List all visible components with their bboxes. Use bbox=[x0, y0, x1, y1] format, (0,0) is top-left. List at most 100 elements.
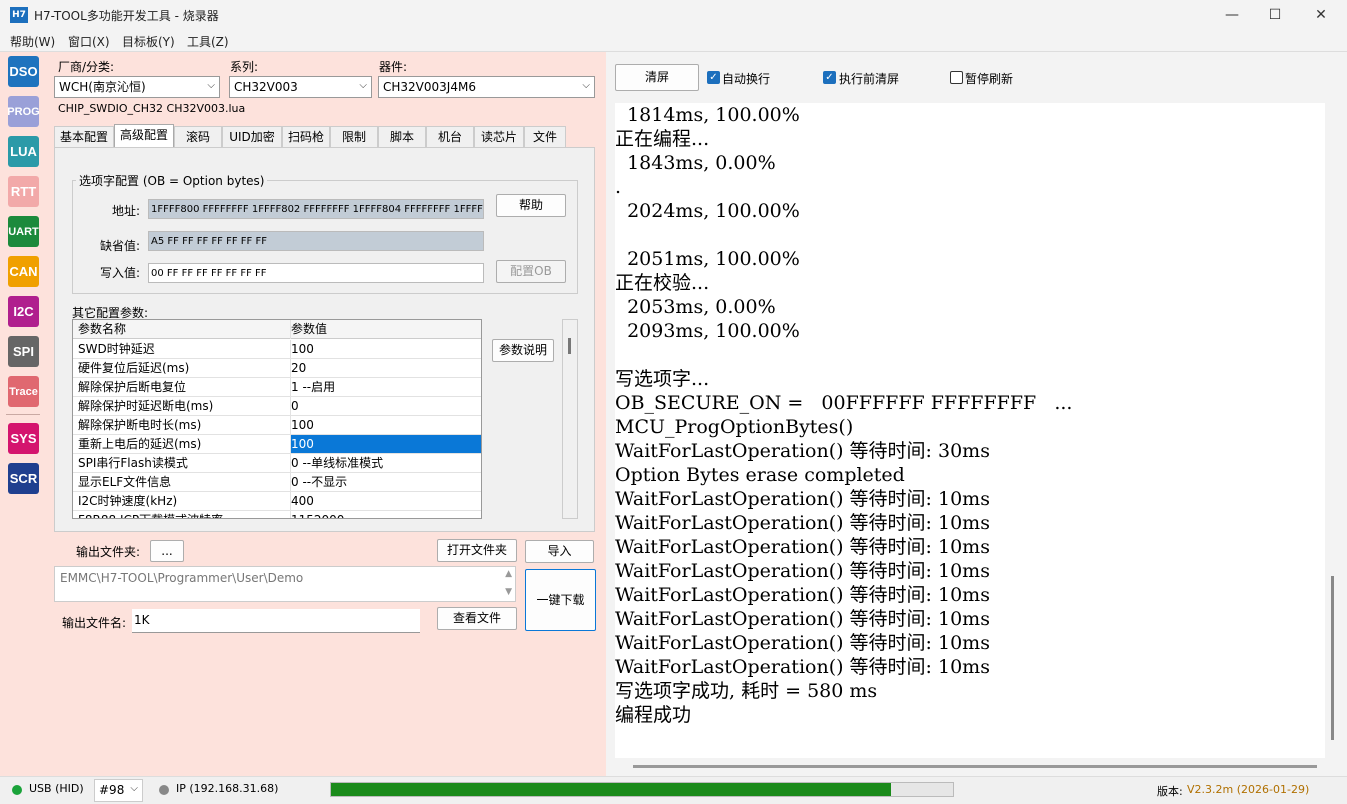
param-name: 解除保护后断电复位 bbox=[78, 380, 187, 394]
maximize-button[interactable]: ☐ bbox=[1252, 0, 1298, 30]
tab-uid-encrypt[interactable]: UID加密 bbox=[222, 126, 282, 148]
pause-refresh-label: 暂停刷新 bbox=[965, 72, 1014, 86]
table-scrollbar[interactable] bbox=[562, 319, 578, 519]
table-row[interactable]: SWD时钟延迟 100 bbox=[73, 340, 481, 359]
one-click-download-button[interactable]: 一键下载 bbox=[525, 569, 596, 631]
uart-button[interactable]: UART bbox=[8, 216, 39, 247]
params-table[interactable]: 参数名称 参数值 SWD时钟延迟 100 硬件复位后延迟(ms) 20 解除保护后断… bbox=[72, 319, 482, 519]
vendor-select[interactable]: WCH(南京沁恒) ⌵ bbox=[54, 76, 220, 98]
tab-basic[interactable]: 基本配置 bbox=[54, 126, 114, 148]
pause-refresh-checkbox[interactable] bbox=[950, 71, 963, 84]
progress-fill bbox=[331, 783, 891, 796]
log-line: . bbox=[615, 176, 622, 198]
log-line: 2051ms, 100.00% bbox=[615, 248, 800, 270]
log-line: WaitForLastOperation() 等待时间: 10ms bbox=[615, 656, 990, 678]
log-line: WaitForLastOperation() 等待时间: 10ms bbox=[615, 584, 990, 606]
param-description-button[interactable]: 参数说明 bbox=[492, 339, 554, 362]
table-row[interactable]: 硬件复位后延迟(ms) 20 bbox=[73, 359, 481, 378]
spi-button[interactable]: SPI bbox=[8, 336, 39, 367]
log-scrollbar-thumb[interactable] bbox=[1331, 576, 1334, 740]
table-row[interactable]: F8R88 ICP下载模式波特率 1152000 bbox=[73, 511, 481, 518]
device-number-select[interactable]: #98 ⌵ bbox=[94, 779, 143, 802]
table-row[interactable]: SPI串行Flash读模式 0 --单线标准模式 bbox=[73, 454, 481, 473]
tab-rolling-code[interactable]: 滚码 bbox=[174, 126, 222, 148]
log-line: WaitForLastOperation() 等待时间: 10ms bbox=[615, 632, 990, 654]
log-line: WaitForLastOperation() 等待时间: 10ms bbox=[615, 488, 990, 510]
view-file-button[interactable]: 查看文件 bbox=[437, 607, 517, 630]
param-name: 重新上电后的延迟(ms) bbox=[78, 437, 202, 451]
log-line: 1814ms, 100.00% bbox=[615, 104, 800, 126]
log-line: 编程成功 bbox=[615, 704, 692, 726]
lua-button[interactable]: LUA bbox=[8, 136, 39, 167]
log-output[interactable]: 1814ms, 100.00% 正在编程... 1843ms, 0.00%. 20… bbox=[615, 103, 1325, 758]
import-button[interactable]: 导入 bbox=[525, 540, 594, 563]
table-row[interactable]: 解除保护时延迟断电(ms) 0 bbox=[73, 397, 481, 416]
close-button[interactable]: ✕ bbox=[1298, 0, 1344, 30]
tab-limit[interactable]: 限制 bbox=[330, 126, 378, 148]
version-label: 版本: bbox=[1157, 785, 1183, 798]
column-header-value: 参数值 bbox=[291, 322, 328, 336]
ip-status: IP (192.168.31.68) bbox=[176, 782, 279, 795]
help-button[interactable]: 帮助 bbox=[496, 194, 566, 217]
prog-button[interactable]: PROG bbox=[7, 96, 40, 127]
output-filename-field[interactable]: 1K bbox=[132, 609, 420, 633]
tab-read-chip[interactable]: 读芯片 bbox=[474, 126, 524, 148]
log-line: 写选项字... bbox=[615, 368, 710, 390]
table-row[interactable]: I2C时钟速度(kHz) 400 bbox=[73, 492, 481, 511]
param-name: 硬件复位后延迟(ms) bbox=[78, 361, 190, 375]
write-label: 写入值: bbox=[100, 266, 141, 280]
menu-window[interactable]: 窗口(X) bbox=[68, 33, 110, 50]
param-value: 400 bbox=[291, 494, 314, 508]
table-row[interactable]: 解除保护断电时长(ms) 100 bbox=[73, 416, 481, 435]
minimize-icon: — bbox=[1225, 7, 1239, 23]
device-select[interactable]: CH32V003J4M6 ⌵ bbox=[378, 76, 595, 98]
i2c-button[interactable]: I2C bbox=[8, 296, 39, 327]
default-value-field[interactable]: A5 FF FF FF FF FF FF FF bbox=[148, 231, 484, 251]
status-bar: USB (HID) #98 ⌵ IP (192.168.31.68) 版本: V2… bbox=[0, 776, 1347, 804]
log-line: OB_SECURE_ON = 00FFFFFF FFFFFFFF ... bbox=[615, 392, 1073, 414]
tab-machine[interactable]: 机台 bbox=[426, 126, 474, 148]
tab-script[interactable]: 脚本 bbox=[378, 126, 426, 148]
log-line: 2093ms, 100.00% bbox=[615, 320, 800, 342]
usb-status-icon bbox=[12, 785, 22, 795]
table-row[interactable]: 显示ELF文件信息 0 --不显示 bbox=[73, 473, 481, 492]
app-logo-icon: H7 bbox=[10, 7, 28, 23]
tab-file[interactable]: 文件 bbox=[524, 126, 566, 148]
menu-tools[interactable]: 工具(Z) bbox=[187, 33, 229, 50]
log-line: 正在编程... bbox=[615, 128, 710, 150]
tab-advanced[interactable]: 高级配置 bbox=[114, 124, 174, 148]
log-hscrollbar-thumb[interactable] bbox=[633, 765, 1317, 768]
menu-help[interactable]: 帮助(W) bbox=[10, 33, 55, 50]
param-name: I2C时钟速度(kHz) bbox=[78, 494, 178, 508]
log-line: WaitForLastOperation() 等待时间: 10ms bbox=[615, 608, 990, 630]
table-row[interactable]: 解除保护后断电复位 1 --启用 bbox=[73, 378, 481, 397]
side-toolbar: DSO PROG LUA RTT UART CAN I2C SPI Trace … bbox=[0, 52, 46, 776]
trace-button[interactable]: Trace bbox=[8, 376, 39, 407]
table-row-selected[interactable]: 重新上电后的延迟(ms) 100 bbox=[73, 435, 481, 454]
progress-bar bbox=[330, 782, 954, 797]
scrollbar-thumb[interactable] bbox=[568, 338, 571, 354]
series-select[interactable]: CH32V003 ⌵ bbox=[229, 76, 372, 98]
scroll-up-icon[interactable]: ▲ bbox=[505, 569, 512, 579]
minimize-button[interactable]: — bbox=[1209, 0, 1255, 30]
config-ob-button[interactable]: 配置OB bbox=[496, 260, 566, 283]
tab-scanner[interactable]: 扫码枪 bbox=[282, 126, 330, 148]
param-name: SWD时钟延迟 bbox=[78, 342, 155, 356]
rtt-button[interactable]: RTT bbox=[8, 176, 39, 207]
clear-before-run-checkbox[interactable]: ✓ bbox=[823, 71, 836, 84]
write-value-field[interactable]: 00 FF FF FF FF FF FF FF bbox=[148, 263, 484, 283]
browse-folder-button[interactable]: ... bbox=[150, 540, 184, 562]
menu-target[interactable]: 目标板(Y) bbox=[122, 33, 175, 50]
auto-wrap-checkbox[interactable]: ✓ bbox=[707, 71, 720, 84]
output-folder-path[interactable]: EMMC\H7-TOOL\Programmer\User\Demo ▲ ▼ bbox=[54, 566, 516, 602]
log-line: 2024ms, 100.00% bbox=[615, 200, 800, 222]
open-folder-button[interactable]: 打开文件夹 bbox=[437, 539, 517, 562]
address-field[interactable]: 1FFFF800 FFFFFFFF 1FFFF802 FFFFFFFF 1FFF… bbox=[148, 199, 484, 219]
scroll-down-icon[interactable]: ▼ bbox=[505, 587, 512, 597]
sys-button[interactable]: SYS bbox=[8, 423, 39, 454]
clear-screen-button[interactable]: 清屏 bbox=[615, 64, 699, 91]
chevron-down-icon: ⌵ bbox=[130, 783, 138, 794]
scr-button[interactable]: SCR bbox=[8, 463, 39, 494]
can-button[interactable]: CAN bbox=[8, 256, 39, 287]
dso-button[interactable]: DSO bbox=[8, 56, 39, 87]
